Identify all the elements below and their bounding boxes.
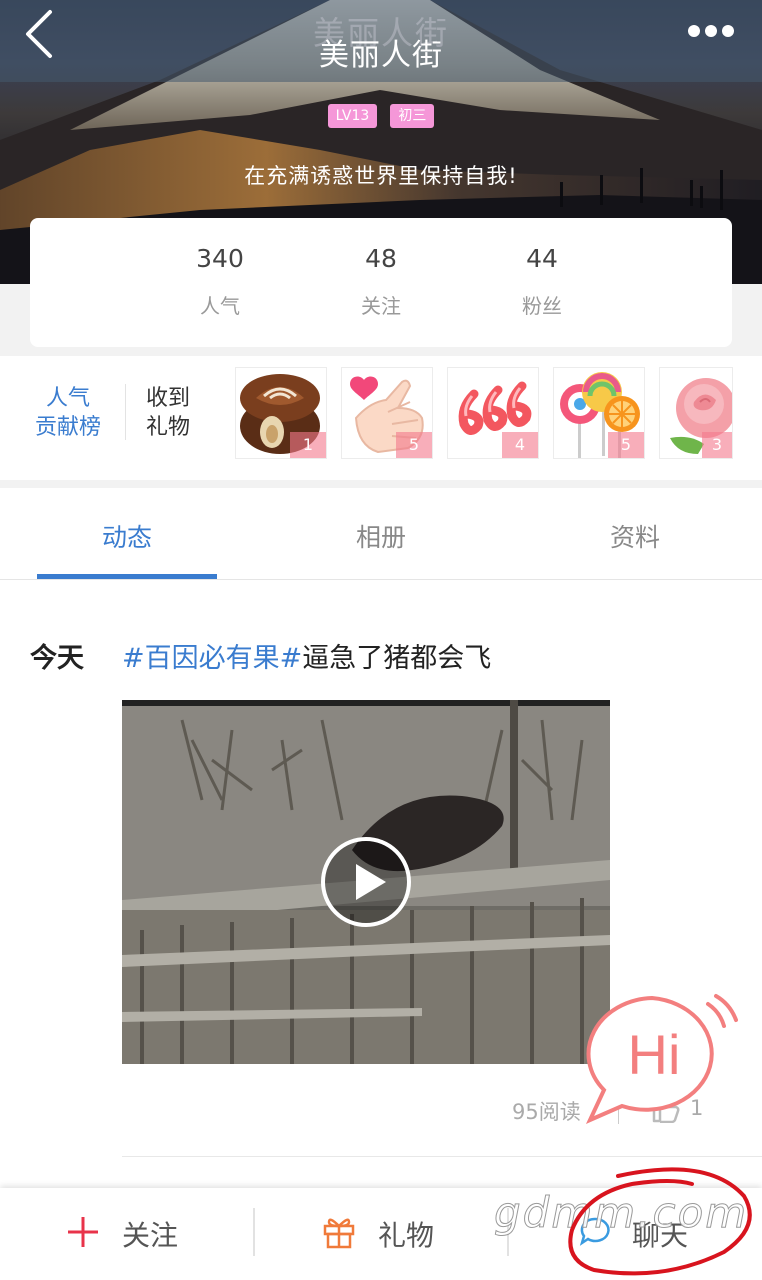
received-gifts-label: 收到 礼物: [146, 384, 202, 442]
gift-button[interactable]: 礼物: [254, 1188, 508, 1280]
gift-item[interactable]: 5: [553, 367, 645, 459]
stat-popularity[interactable]: 340 人气: [160, 242, 280, 319]
chevron-left-icon: [26, 10, 52, 58]
stat-value: 44: [526, 244, 558, 273]
divider: [125, 384, 126, 440]
gift-count: 5: [396, 432, 432, 458]
stat-following[interactable]: 48 关注: [321, 242, 441, 319]
plus-icon: [68, 1217, 98, 1247]
stat-label: 粉丝: [522, 294, 562, 318]
popularity-ranking-link[interactable]: 人气 贡献榜: [30, 384, 106, 442]
post-text[interactable]: #百因必有果#逼急了猪都会飞: [122, 636, 491, 675]
grade-badge: 初三: [390, 104, 435, 128]
stats-card: 340 人气 48 关注 44 粉丝: [30, 218, 732, 347]
stat-value: 340: [196, 244, 244, 273]
gift-count: 5: [608, 432, 644, 458]
hi-greeting-button[interactable]: Hi: [580, 990, 740, 1130]
gift-count: 4: [502, 432, 538, 458]
gift-icon: [323, 1218, 355, 1249]
tab-album[interactable]: 相册: [291, 518, 471, 554]
video-thumbnail[interactable]: [122, 700, 610, 1064]
rank-link-line2: 贡献榜: [34, 415, 101, 440]
post-hashtag[interactable]: #百因必有果#: [122, 643, 302, 674]
gift-row: 人气 贡献榜 收到 礼物 1 5 4 5 3: [0, 356, 762, 480]
gift-item[interactable]: 1: [235, 367, 327, 459]
read-count: 95阅读: [512, 1100, 581, 1124]
gift-count: 3: [702, 432, 732, 458]
rank-link-line1: 人气: [45, 386, 90, 411]
back-button[interactable]: [18, 8, 66, 60]
play-icon[interactable]: [320, 836, 412, 928]
profile-motto: 在充满诱惑世界里保持自我!: [244, 164, 518, 188]
divider: [122, 1156, 762, 1157]
received-line1: 收到: [146, 386, 191, 411]
gift-count: 1: [290, 432, 326, 458]
site-watermark: gdmm.com: [493, 1188, 749, 1238]
post-body: 逼急了猪都会飞: [302, 643, 492, 674]
post-date: 今天: [30, 643, 84, 674]
gift-label: 礼物: [378, 1219, 435, 1252]
tab-feed[interactable]: 动态: [37, 518, 217, 554]
active-tab-indicator: [37, 574, 217, 579]
level-badge: LV13: [327, 104, 378, 128]
follow-label: 关注: [122, 1219, 179, 1252]
badge-row: LV13 初三: [0, 104, 762, 128]
stat-label: 人气: [200, 294, 240, 318]
page-title: 美丽人街: [319, 38, 443, 73]
gift-item[interactable]: 4: [447, 367, 539, 459]
tab-profile-info[interactable]: 资料: [545, 518, 725, 554]
stat-fans[interactable]: 44 粉丝: [482, 242, 602, 319]
more-button[interactable]: [680, 16, 744, 46]
tab-bar: 动态 相册 资料: [0, 488, 762, 580]
more-dots-icon: [688, 25, 734, 37]
gift-item[interactable]: 3: [659, 367, 733, 459]
gift-item[interactable]: 5: [341, 367, 433, 459]
received-line2: 礼物: [146, 415, 191, 440]
hi-text: Hi: [628, 1023, 681, 1086]
stat-label: 关注: [361, 294, 401, 318]
section-separator: [0, 480, 762, 488]
stat-value: 48: [365, 244, 397, 273]
follow-button[interactable]: 关注: [0, 1188, 254, 1280]
